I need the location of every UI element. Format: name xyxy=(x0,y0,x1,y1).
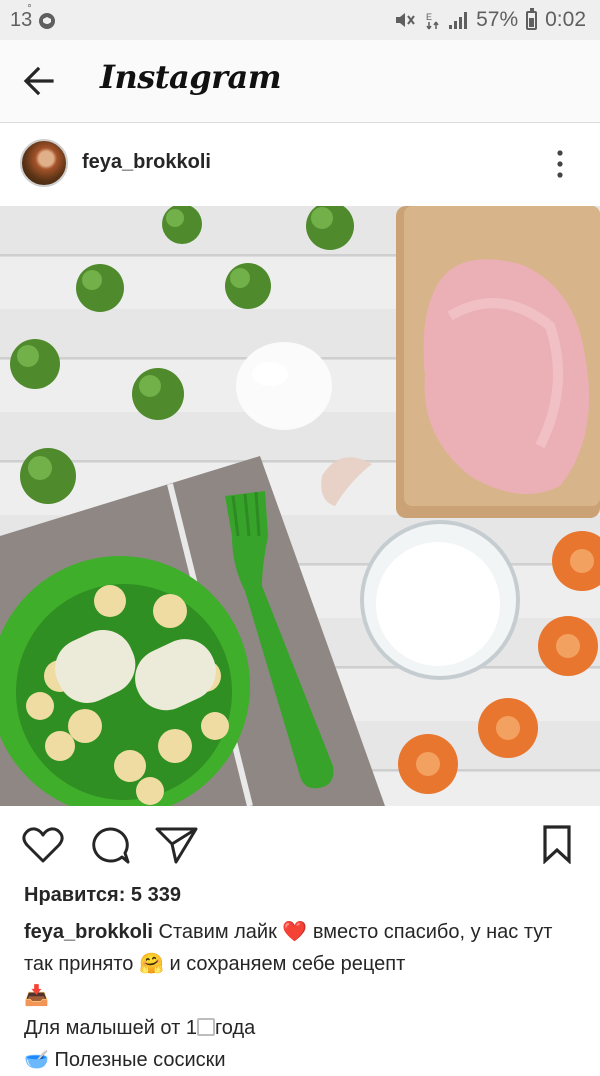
battery-percent: 57% xyxy=(476,8,519,31)
temperature: 13° xyxy=(10,3,33,31)
comment-bubble-icon[interactable] xyxy=(88,826,132,866)
caption-username[interactable]: feya_brokkoli xyxy=(24,921,153,943)
bookmark-icon[interactable] xyxy=(540,824,574,864)
food-photo xyxy=(0,206,600,806)
caption-line-2-end: года xyxy=(214,1017,256,1039)
data-icon: E xyxy=(426,12,439,30)
battery-icon xyxy=(526,7,538,30)
hugging-face-emoji: 🤗 xyxy=(139,953,164,975)
heart-outline-icon[interactable] xyxy=(22,826,64,864)
vertical-dots-icon[interactable] xyxy=(548,147,572,181)
square-box-icon xyxy=(196,1018,215,1036)
caption-line-3: Полезные сосиски xyxy=(54,1049,226,1071)
post-username[interactable]: feya_brokkoli xyxy=(82,151,211,174)
paper-plane-icon[interactable] xyxy=(154,824,200,866)
red-heart-emoji: ❤️ xyxy=(282,921,308,943)
avatar[interactable] xyxy=(20,139,68,187)
bowl-emoji: 🥣 xyxy=(24,1049,49,1071)
status-left: 13° xyxy=(10,3,56,32)
status-bar: 13° E 57% 0:02 xyxy=(0,0,600,40)
post-header: feya_brokkoli xyxy=(0,123,600,205)
caption-text-3: и сохраняем себе рецепт xyxy=(169,953,406,975)
shield-icon xyxy=(38,12,55,29)
signal-icon xyxy=(449,12,468,29)
clock: 0:02 xyxy=(545,8,586,31)
status-right: E 57% 0:02 xyxy=(394,7,586,32)
app-title: Instagram xyxy=(100,58,282,96)
caption-text-1: Ставим лайк xyxy=(158,921,277,943)
app-header: Instagram xyxy=(0,40,600,123)
mute-icon xyxy=(396,13,415,27)
svg-text:E: E xyxy=(426,12,432,22)
post-caption: feya_brokkoli Ставим лайк ❤️ вместо спас… xyxy=(24,916,576,1076)
post-image[interactable] xyxy=(0,206,600,806)
inbox-tray-emoji: 📥 xyxy=(24,985,49,1007)
caption-line-2: Для малышей от 1 xyxy=(24,1017,197,1039)
post-actions xyxy=(0,806,600,876)
arrow-left-icon[interactable] xyxy=(22,64,58,98)
likes-count[interactable]: Нравится: 5 339 xyxy=(24,884,181,907)
